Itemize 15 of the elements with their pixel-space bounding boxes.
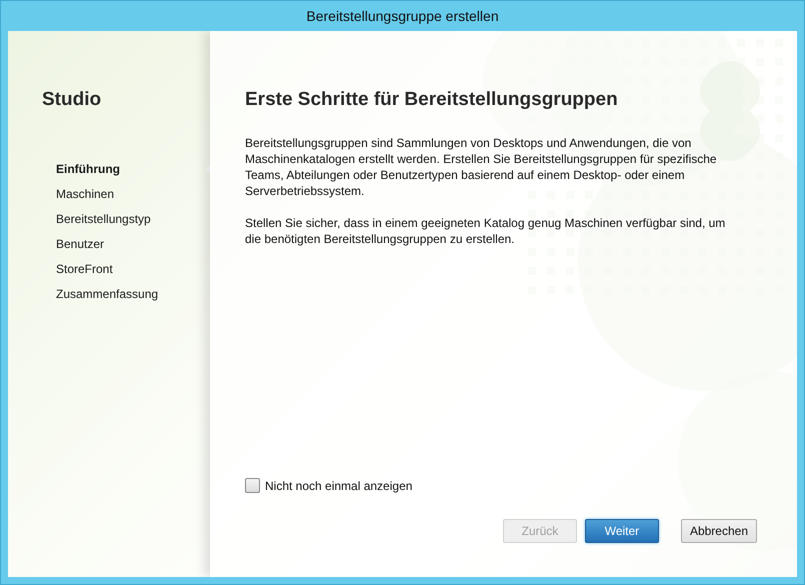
next-button[interactable]: Weiter — [584, 519, 659, 543]
checkbox[interactable] — [245, 478, 260, 493]
step-item[interactable]: Zusammenfassung — [56, 286, 158, 302]
description-text: Stellen Sie sicher, dass in einem geeigneten Katalog genug Maschinen verfügbar sind, um die benötigten Bereitstellungsgruppen zu erstellen. — [245, 215, 726, 247]
window-title: Bereitstellungsgruppe erstellen — [306, 8, 499, 24]
description-text: Bereitstellungsgruppen sind Sammlungen von Desktops und Anwendungen, die von Maschinenkatalogen erstellt werden. Erstellen Sie Bereitstellungsgruppen für spezifische Teams, Abteilungen oder Benutzertypen basierend auf einem Desktop- oder einem Serverbetriebssystem. — [245, 135, 718, 199]
step-item[interactable]: Bereitstellungstyp — [56, 211, 151, 227]
step-item[interactable]: Einführung — [56, 161, 120, 177]
step-item[interactable]: Maschinen — [56, 186, 114, 202]
step-item[interactable]: Benutzer — [56, 236, 104, 252]
checkbox-label: Nicht noch einmal anzeigen — [265, 478, 412, 492]
step-item[interactable]: StoreFront — [56, 261, 113, 277]
page-heading: Erste Schritte für Bereitstellungsgruppen — [245, 89, 618, 111]
sidebar-title: Studio — [42, 89, 102, 111]
dialog-button[interactable]: Abbrechen — [680, 519, 757, 543]
